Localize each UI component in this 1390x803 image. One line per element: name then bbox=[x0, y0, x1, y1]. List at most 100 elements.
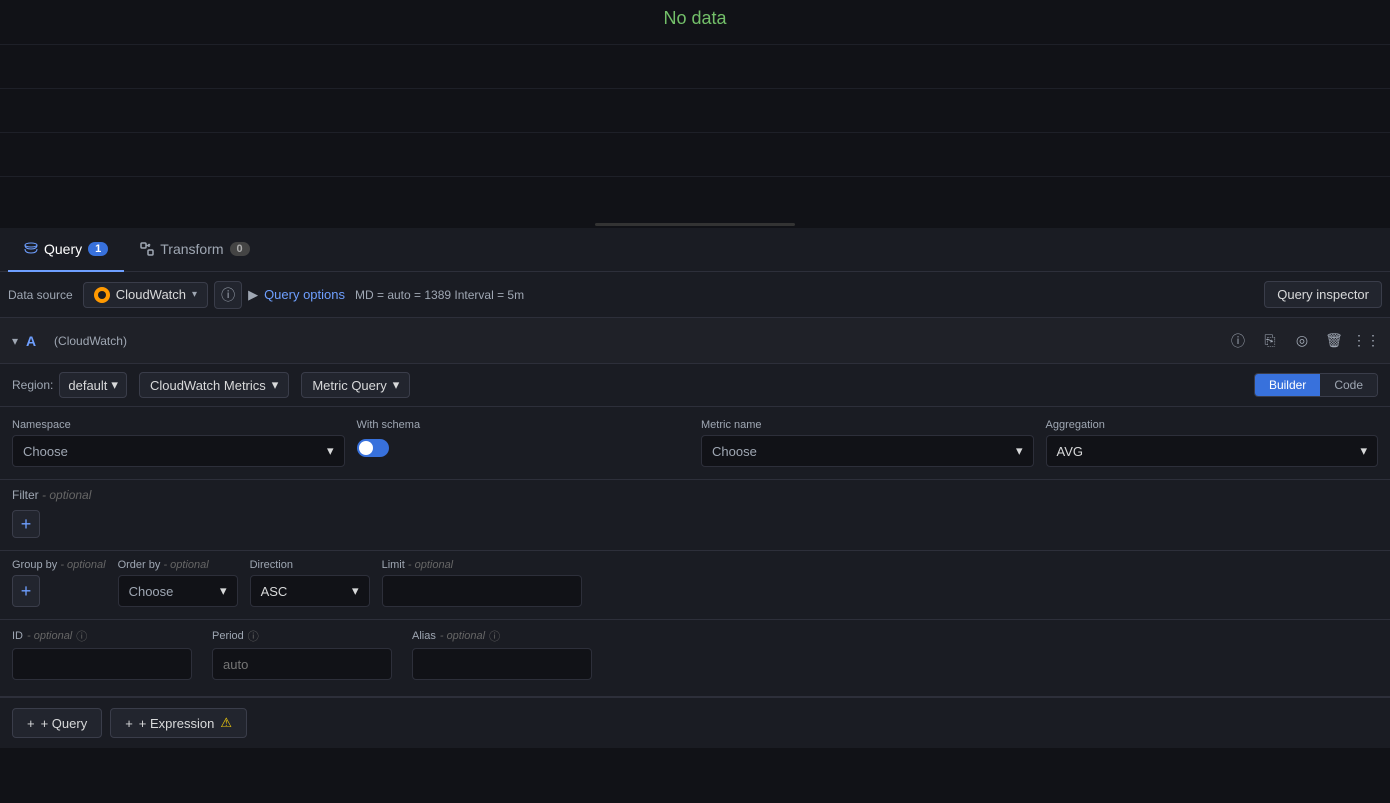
copy-icon: ⎘ bbox=[1264, 332, 1275, 349]
aggregation-label: Aggregation bbox=[1046, 419, 1379, 431]
query-type-label: Metric Query bbox=[312, 378, 386, 393]
datasource-info-button[interactable]: ⓘ bbox=[214, 281, 242, 309]
tab-transform[interactable]: Transform 0 bbox=[124, 228, 265, 272]
datasource-label: Data source bbox=[8, 288, 73, 302]
query-drag-button[interactable]: ⋮⋮ bbox=[1354, 329, 1378, 353]
region-value: default bbox=[68, 378, 107, 393]
order-by-group: Order by - optional Choose ▾ bbox=[118, 559, 238, 607]
alias-info-icon[interactable]: ⓘ bbox=[489, 628, 500, 644]
query-letter: A bbox=[26, 333, 46, 349]
footer-bar: + + Query + + Expression ⚠ bbox=[0, 697, 1390, 748]
eye-icon: ◎ bbox=[1296, 332, 1308, 349]
query-datasource-tag: (CloudWatch) bbox=[54, 334, 127, 348]
query-type-select[interactable]: Metric Query ▾ bbox=[301, 372, 410, 398]
tab-transform-badge: 0 bbox=[230, 242, 250, 256]
filter-label: Filter - optional bbox=[12, 488, 1378, 502]
query-info-button[interactable]: ⓘ bbox=[1226, 329, 1250, 353]
code-toggle-button[interactable]: Code bbox=[1320, 374, 1377, 396]
period-info-icon[interactable]: ⓘ bbox=[248, 628, 259, 644]
builder-code-toggle: Builder Code bbox=[1254, 373, 1378, 397]
tabs-bar: Query 1 Transform 0 bbox=[0, 228, 1390, 272]
period-label: Period ⓘ bbox=[212, 628, 392, 644]
datasource-select[interactable]: CloudWatch ▾ bbox=[83, 282, 208, 308]
drag-dots bbox=[595, 223, 795, 226]
cloudwatch-icon bbox=[94, 287, 110, 303]
chart-grid-line bbox=[0, 176, 1390, 177]
chart-grid-line bbox=[0, 132, 1390, 133]
query-options-button[interactable]: ▶ Query options MD = auto = 1389 Interva… bbox=[248, 287, 524, 303]
region-select[interactable]: default ▾ bbox=[59, 372, 127, 398]
add-expression-label: + Expression bbox=[139, 716, 215, 731]
order-by-select[interactable]: Choose ▾ bbox=[118, 575, 238, 607]
with-schema-toggle[interactable] bbox=[357, 439, 389, 457]
filter-add-button[interactable]: + bbox=[12, 510, 40, 538]
info-icon: ⓘ bbox=[221, 285, 235, 305]
service-chevron-icon: ▾ bbox=[272, 377, 279, 393]
query-row-header: ▾ A (CloudWatch) ⓘ ⎘ ◎ 🗑 ⋮⋮ bbox=[0, 318, 1390, 364]
bottom-fields: ID - optional ⓘ Period ⓘ Alias - optiona… bbox=[0, 620, 1390, 696]
aggregation-value: AVG bbox=[1057, 444, 1084, 459]
direction-value: ASC bbox=[261, 584, 288, 599]
direction-chevron-icon: ▾ bbox=[352, 583, 359, 599]
id-label: ID - optional ⓘ bbox=[12, 628, 192, 644]
toolbar: Data source CloudWatch ▾ ⓘ ▶ Query optio… bbox=[0, 272, 1390, 318]
namespace-group: Namespace Choose ▾ bbox=[12, 419, 345, 467]
namespace-select[interactable]: Choose ▾ bbox=[12, 435, 345, 467]
namespace-placeholder: Choose bbox=[23, 444, 68, 459]
with-schema-label: With schema bbox=[357, 419, 690, 431]
tab-query-label: Query bbox=[44, 241, 82, 257]
plus-icon: + bbox=[125, 716, 133, 731]
group-by-add-button[interactable]: + bbox=[12, 575, 40, 607]
builder-toggle-button[interactable]: Builder bbox=[1255, 374, 1320, 396]
query-visibility-button[interactable]: ◎ bbox=[1290, 329, 1314, 353]
namespace-chevron-icon: ▾ bbox=[327, 443, 334, 459]
tab-query[interactable]: Query 1 bbox=[8, 228, 124, 272]
chart-inner bbox=[0, 0, 1390, 220]
period-input[interactable] bbox=[212, 648, 392, 680]
database-icon bbox=[24, 242, 38, 256]
tab-transform-label: Transform bbox=[160, 241, 223, 257]
direction-select[interactable]: ASC ▾ bbox=[250, 575, 370, 607]
add-query-button[interactable]: + + Query bbox=[12, 708, 102, 738]
query-options-label: Query options bbox=[264, 287, 345, 302]
query-delete-button[interactable]: 🗑 bbox=[1322, 329, 1346, 353]
query-inspector-button[interactable]: Query inspector bbox=[1264, 281, 1382, 308]
query-config-row: Region: default ▾ CloudWatch Metrics ▾ M… bbox=[0, 364, 1390, 407]
tab-query-badge: 1 bbox=[88, 242, 108, 256]
trash-icon: 🗑 bbox=[1325, 332, 1343, 349]
alias-input[interactable] bbox=[412, 648, 592, 680]
metric-name-placeholder: Choose bbox=[712, 444, 757, 459]
datasource-name: CloudWatch bbox=[116, 287, 186, 302]
add-expression-button[interactable]: + + Expression ⚠ bbox=[110, 708, 247, 738]
query-options-meta: MD = auto = 1389 Interval = 5m bbox=[355, 288, 524, 302]
metric-name-select[interactable]: Choose ▾ bbox=[701, 435, 1034, 467]
fields-area: Namespace Choose ▾ With schema Metric na… bbox=[0, 407, 1390, 480]
query-type-chevron-icon: ▾ bbox=[393, 377, 400, 393]
limit-input[interactable] bbox=[382, 575, 582, 607]
query-panel: ▾ A (CloudWatch) ⓘ ⎘ ◎ 🗑 ⋮⋮ Region: bbox=[0, 318, 1390, 697]
collapse-button[interactable]: ▾ bbox=[12, 334, 18, 348]
direction-group: Direction ASC ▾ bbox=[250, 559, 370, 607]
metric-name-group: Metric name Choose ▾ bbox=[701, 419, 1034, 467]
id-input[interactable] bbox=[12, 648, 192, 680]
query-inspector-label: Query inspector bbox=[1277, 287, 1369, 302]
service-select[interactable]: CloudWatch Metrics ▾ bbox=[139, 372, 289, 398]
datasource-chevron-icon: ▾ bbox=[192, 289, 197, 300]
transform-icon bbox=[140, 242, 154, 256]
namespace-label: Namespace bbox=[12, 419, 345, 431]
region-label: Region: bbox=[12, 378, 53, 392]
alias-group: Alias - optional ⓘ bbox=[412, 628, 592, 680]
info-icon: ⓘ bbox=[1231, 331, 1245, 351]
group-by-group: Group by - optional + bbox=[12, 559, 106, 607]
plus-icon: + bbox=[21, 514, 32, 535]
toggle-knob bbox=[359, 441, 373, 455]
query-copy-button[interactable]: ⎘ bbox=[1258, 329, 1282, 353]
plus-icon: + bbox=[21, 581, 32, 602]
aggregation-select[interactable]: AVG ▾ bbox=[1046, 435, 1379, 467]
alias-label: Alias - optional ⓘ bbox=[412, 628, 592, 644]
order-by-placeholder: Choose bbox=[129, 584, 174, 599]
region-chevron-icon: ▾ bbox=[111, 377, 118, 393]
add-query-label: + Query bbox=[41, 716, 88, 731]
id-info-icon[interactable]: ⓘ bbox=[76, 628, 87, 644]
period-group: Period ⓘ bbox=[212, 628, 392, 680]
